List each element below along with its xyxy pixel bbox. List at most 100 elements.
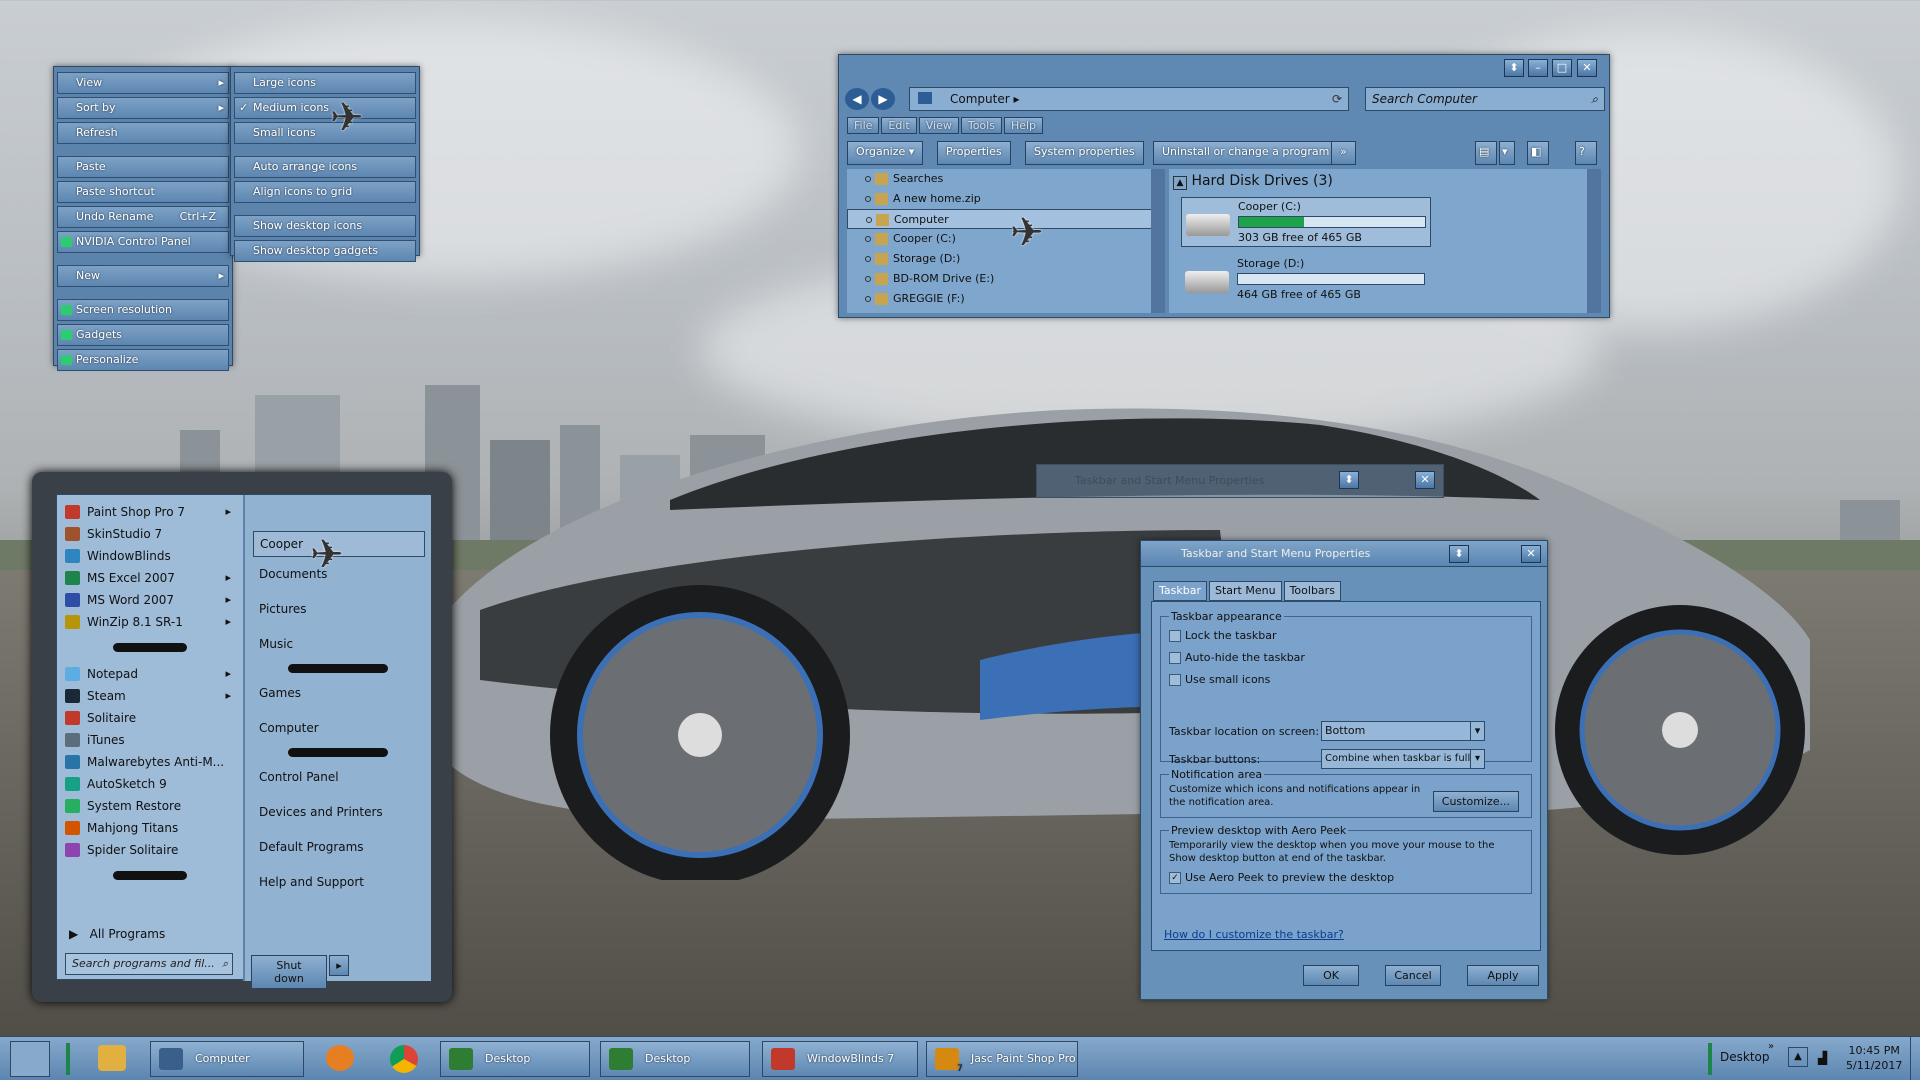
view-submenu-item[interactable]: Show desktop gadgets	[234, 240, 416, 262]
more-button[interactable]: »	[1331, 141, 1356, 165]
program-item[interactable]: Spider Solitaire	[57, 839, 243, 861]
view-submenu-item[interactable]: Large icons	[234, 72, 416, 94]
expand-bullet-icon[interactable]	[865, 236, 871, 242]
view-submenu-item[interactable]: Auto arrange icons	[234, 156, 416, 178]
program-item[interactable]: Solitaire	[57, 707, 243, 729]
program-item[interactable]: WinZip 8.1 SR-1	[57, 611, 243, 633]
close-icon[interactable]: ✕	[1415, 471, 1435, 489]
places-item[interactable]: Control Panel	[245, 760, 431, 795]
start-search[interactable]: Search programs and fil... ⌕	[65, 953, 233, 975]
toolbar-chevron-icon[interactable]: »	[1768, 1041, 1774, 1052]
tree-item[interactable]: Cooper (C:)	[847, 229, 1163, 249]
start-button[interactable]	[10, 1041, 50, 1077]
places-item[interactable]: Computer	[245, 711, 431, 746]
expand-bullet-icon[interactable]	[866, 217, 872, 223]
autohide-checkbox[interactable]	[1169, 652, 1181, 664]
apply-button[interactable]: Apply	[1467, 965, 1539, 986]
lock-taskbar-row[interactable]: Lock the taskbar	[1169, 629, 1523, 642]
program-item[interactable]: WindowBlinds	[57, 545, 243, 567]
tree-item[interactable]: BD-ROM Drive (E:)	[847, 269, 1163, 289]
quicklaunch-mail-icon[interactable]	[98, 1045, 126, 1071]
drive-tile[interactable]: Storage (D:) 464 GB free of 465 GB	[1181, 255, 1431, 305]
taskbar-button[interactable]: Desktop Background	[600, 1041, 750, 1077]
minimize-icon[interactable]: –	[1528, 59, 1548, 77]
expand-bullet-icon[interactable]	[865, 196, 871, 202]
program-item[interactable]: AutoSketch 9	[57, 773, 243, 795]
view-submenu-item[interactable]: Show desktop icons	[234, 215, 416, 237]
places-item[interactable]: Music	[245, 627, 431, 662]
places-item[interactable]: Pictures	[245, 592, 431, 627]
all-programs[interactable]: ▶ All Programs	[69, 927, 165, 941]
nav-scrollbar[interactable]	[1151, 169, 1165, 313]
close-icon[interactable]: ✕	[1521, 545, 1541, 563]
small-icons-checkbox[interactable]	[1169, 674, 1181, 686]
menu-tools[interactable]: Tools	[960, 117, 1002, 134]
show-hidden-icons-button[interactable]: ▲	[1788, 1047, 1808, 1067]
taskbar-button[interactable]: Computer	[150, 1041, 304, 1077]
program-item[interactable]: Mahjong Titans	[57, 817, 243, 839]
uninstall-button[interactable]: Uninstall or change a program	[1153, 141, 1339, 165]
organize-button[interactable]: Organize ▾	[847, 141, 924, 165]
program-item[interactable]: iTunes	[57, 729, 243, 751]
forward-button[interactable]: ▶	[871, 88, 895, 110]
program-item[interactable]: SkinStudio 7	[57, 523, 243, 545]
restore-arrows-icon[interactable]: ⬍	[1504, 59, 1524, 77]
view-submenu-item[interactable]: ✓ Medium icons	[234, 97, 416, 119]
context-menu-item[interactable]: View	[57, 72, 229, 94]
ok-button[interactable]: OK	[1303, 965, 1359, 986]
view-options-icon[interactable]: ▤	[1475, 141, 1497, 165]
menu-edit[interactable]: Edit	[881, 117, 917, 134]
context-menu-item[interactable]: New	[57, 265, 229, 287]
address-bar[interactable]: Computer ▸ ⟳	[909, 87, 1349, 111]
menu-view[interactable]: View	[918, 117, 959, 134]
aero-peek-row[interactable]: ✓ Use Aero Peek to preview the desktop	[1169, 871, 1523, 884]
tab-taskbar[interactable]: Taskbar	[1153, 581, 1207, 601]
clock[interactable]: 10:45 PM 5/11/2017	[1846, 1043, 1902, 1073]
program-item[interactable]: MS Excel 2007	[57, 567, 243, 589]
maximize-icon[interactable]: □	[1552, 59, 1572, 77]
context-menu-item[interactable]: Refresh	[57, 122, 229, 144]
shutdown-options-arrow[interactable]: ▸	[329, 955, 349, 976]
help-icon[interactable]: ?	[1575, 141, 1597, 165]
context-menu-item[interactable]: Paste	[57, 156, 229, 178]
program-item[interactable]: Paint Shop Pro 7	[57, 501, 243, 523]
tab-toolbars[interactable]: Toolbars	[1283, 581, 1341, 601]
tree-item[interactable]: Storage (D:)	[847, 249, 1163, 269]
menu-file[interactable]: File	[847, 117, 880, 134]
context-menu-item[interactable]: Undo Rename Ctrl+Z	[57, 206, 229, 228]
refresh-icon[interactable]: ⟳	[1332, 88, 1342, 110]
program-item[interactable]: Steam	[57, 685, 243, 707]
taskbar-button[interactable]: WindowBlinds 7 Co...	[762, 1041, 918, 1077]
menu-help[interactable]: Help	[1003, 117, 1044, 134]
buttons-select[interactable]: Combine when taskbar is full ▾	[1321, 749, 1485, 769]
program-item[interactable]: MS Word 2007	[57, 589, 243, 611]
places-item[interactable]: Games	[245, 676, 431, 711]
tree-item[interactable]: Computer	[847, 209, 1159, 229]
program-item[interactable]: Malwarebytes Anti-M...	[57, 751, 243, 773]
quicklaunch-chrome-icon[interactable]	[390, 1045, 418, 1073]
back-button[interactable]: ◀	[845, 88, 869, 110]
small-icons-row[interactable]: Use small icons	[1169, 673, 1523, 686]
search-box[interactable]: Search Computer ⌕	[1365, 87, 1605, 111]
properties-button[interactable]: Properties	[937, 141, 1011, 165]
context-menu-item[interactable]: NVIDIA Control Panel	[57, 231, 229, 253]
expand-bullet-icon[interactable]	[865, 276, 871, 282]
quicklaunch-app-icon[interactable]	[326, 1045, 354, 1071]
tree-item[interactable]: GREGGIE (F:)	[847, 289, 1163, 309]
close-icon[interactable]: ✕	[1577, 59, 1597, 77]
context-menu-item[interactable]: Gadgets	[57, 324, 229, 346]
content-scrollbar[interactable]	[1587, 169, 1601, 313]
aero-peek-checkbox[interactable]: ✓	[1169, 872, 1181, 884]
context-menu-item[interactable]: Paste shortcut	[57, 181, 229, 203]
taskbar-button[interactable]: Desktop Background	[440, 1041, 590, 1077]
shutdown-button[interactable]: Shut down	[251, 955, 327, 989]
cancel-button[interactable]: Cancel	[1385, 965, 1441, 986]
desktop-toolbar[interactable]: Desktop	[1720, 1050, 1770, 1064]
expand-bullet-icon[interactable]	[865, 176, 871, 182]
expand-bullet-icon[interactable]	[865, 256, 871, 262]
help-link[interactable]: How do I customize the taskbar?	[1164, 928, 1344, 941]
location-select[interactable]: Bottom ▾	[1321, 721, 1485, 741]
lock-checkbox[interactable]	[1169, 630, 1181, 642]
context-menu-item[interactable]: Screen resolution	[57, 299, 229, 321]
places-item[interactable]: Help and Support	[245, 865, 431, 900]
